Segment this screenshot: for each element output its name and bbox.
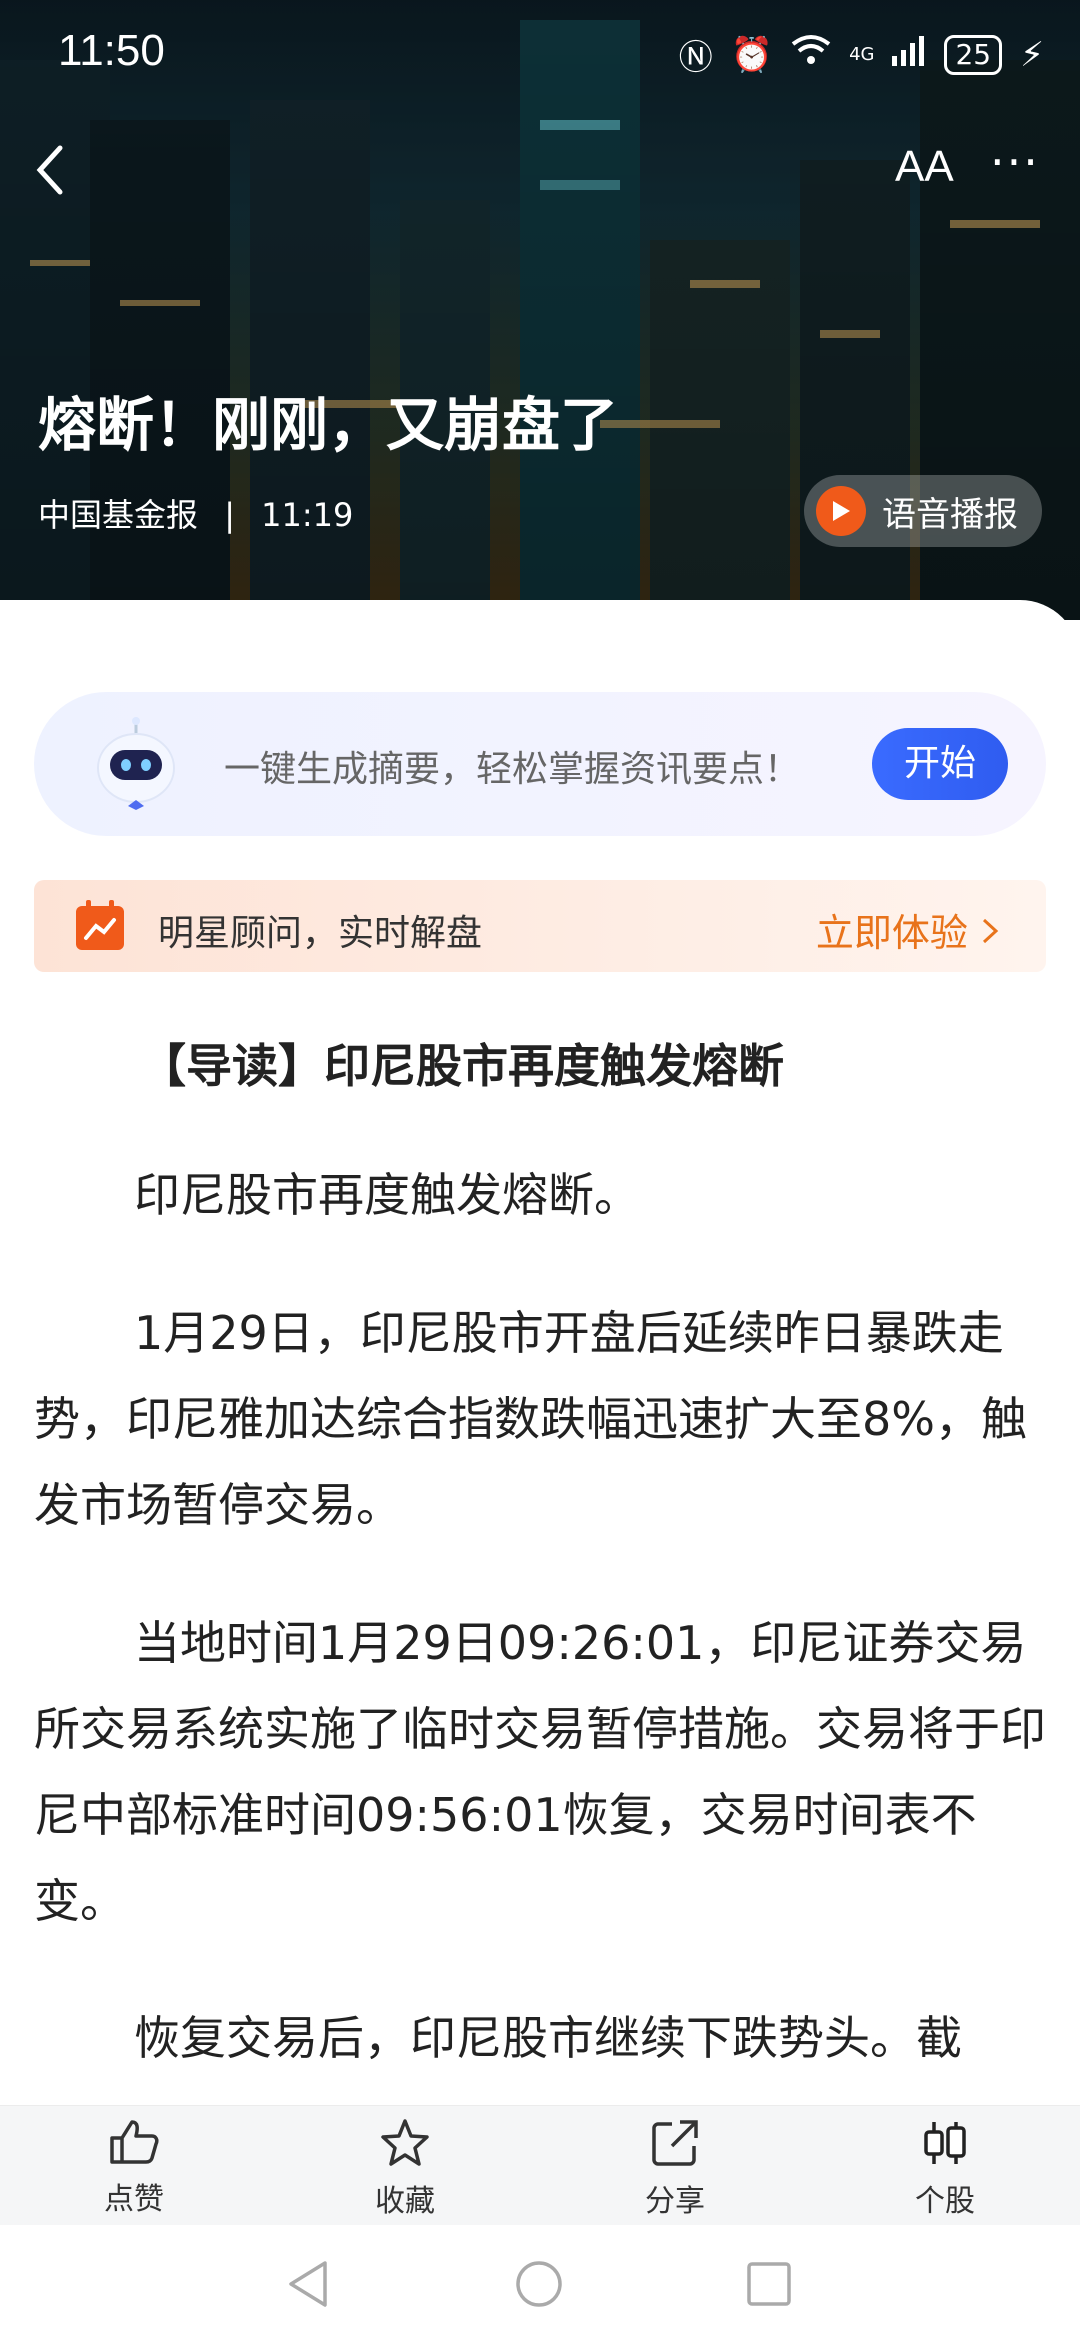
star-advisor-banner[interactable]: 明星顾问，实时解盘 立即体验 — [34, 880, 1046, 972]
nfc-icon: Ⓝ — [678, 38, 713, 78]
network-type-label: 4G — [849, 44, 875, 65]
voice-broadcast-label: 语音播报 — [882, 494, 1018, 535]
like-label: 点赞 — [104, 2182, 164, 2217]
article-meta: 中国基金报 | 11:19 — [38, 490, 353, 536]
try-now-label: 立即体验 — [815, 911, 968, 955]
thumbs-up-icon — [74, 2118, 194, 2170]
article-paragraph: 1月29日，印尼股市开盘后延续昨日暴跌走势，印尼雅加达综合指数跌幅迅速扩大至8%… — [34, 1306, 1027, 1532]
share-label: 分享 — [645, 2184, 705, 2219]
robot-icon — [86, 716, 186, 816]
status-bar: 11:50 Ⓝ ⏰ 4G 25 ⚡ — [0, 0, 1080, 110]
calendar-chart-icon — [74, 900, 126, 952]
candlestick-icon — [885, 2118, 1005, 2172]
article-action-bar: 点赞 收藏 分享 个股 — [0, 2105, 1080, 2226]
article-source: 中国基金报 — [38, 496, 199, 534]
alarm-icon: ⏰ — [730, 34, 774, 75]
nav-home-icon[interactable] — [514, 2259, 564, 2313]
nav-recents-icon[interactable] — [746, 2261, 792, 2311]
article-paragraph: 当地时间1月29日09:26:01，印尼证券交易所交易系统实施了临时交易暂停措施… — [34, 1616, 1046, 1928]
ai-summary-card[interactable]: 一键生成摘要，轻松掌握资讯要点！ 开始 — [34, 692, 1046, 836]
article-paragraph: 印尼股市再度触发熔断。 — [134, 1168, 640, 1222]
system-navigation-bar — [0, 2225, 1080, 2340]
star-advisor-text: 明星顾问，实时解盘 — [158, 913, 483, 954]
battery-indicator: 25 — [944, 34, 1003, 75]
nav-back-icon[interactable] — [285, 2259, 331, 2313]
favorite-button[interactable]: 收藏 — [345, 2118, 465, 2220]
article-guide-heading: 【导读】印尼股市再度触发熔断 — [140, 1039, 784, 1093]
wifi-icon — [791, 34, 831, 75]
try-now-link[interactable]: 立即体验 — [816, 902, 1000, 957]
like-button[interactable]: 点赞 — [74, 2118, 194, 2218]
share-icon — [615, 2118, 735, 2172]
play-icon — [816, 486, 866, 536]
status-time: 11:50 — [58, 26, 165, 75]
star-icon — [345, 2118, 465, 2172]
article-paragraph: 恢复交易后，印尼股市继续下跌势头。截 — [134, 2011, 962, 2065]
charging-icon: ⚡ — [1020, 34, 1044, 75]
voice-broadcast-button[interactable]: 语音播报 — [804, 475, 1042, 547]
stocks-button[interactable]: 个股 — [885, 2118, 1005, 2220]
chevron-right-icon — [980, 911, 1000, 955]
back-button[interactable] — [30, 140, 90, 200]
ai-summary-text: 一键生成摘要，轻松掌握资讯要点！ — [224, 749, 801, 790]
more-options-button[interactable]: ··· — [990, 135, 1040, 189]
article-publish-time: 11:19 — [261, 496, 354, 534]
meta-separator: | — [224, 496, 235, 534]
stocks-label: 个股 — [915, 2184, 975, 2219]
ai-summary-start-button[interactable]: 开始 — [872, 728, 1008, 800]
font-size-button[interactable]: AA — [895, 142, 954, 192]
share-button[interactable]: 分享 — [615, 2118, 735, 2220]
article-title: 熔断！刚刚，又崩盘了 — [38, 391, 619, 459]
favorite-label: 收藏 — [375, 2184, 435, 2219]
signal-icon — [892, 35, 926, 75]
